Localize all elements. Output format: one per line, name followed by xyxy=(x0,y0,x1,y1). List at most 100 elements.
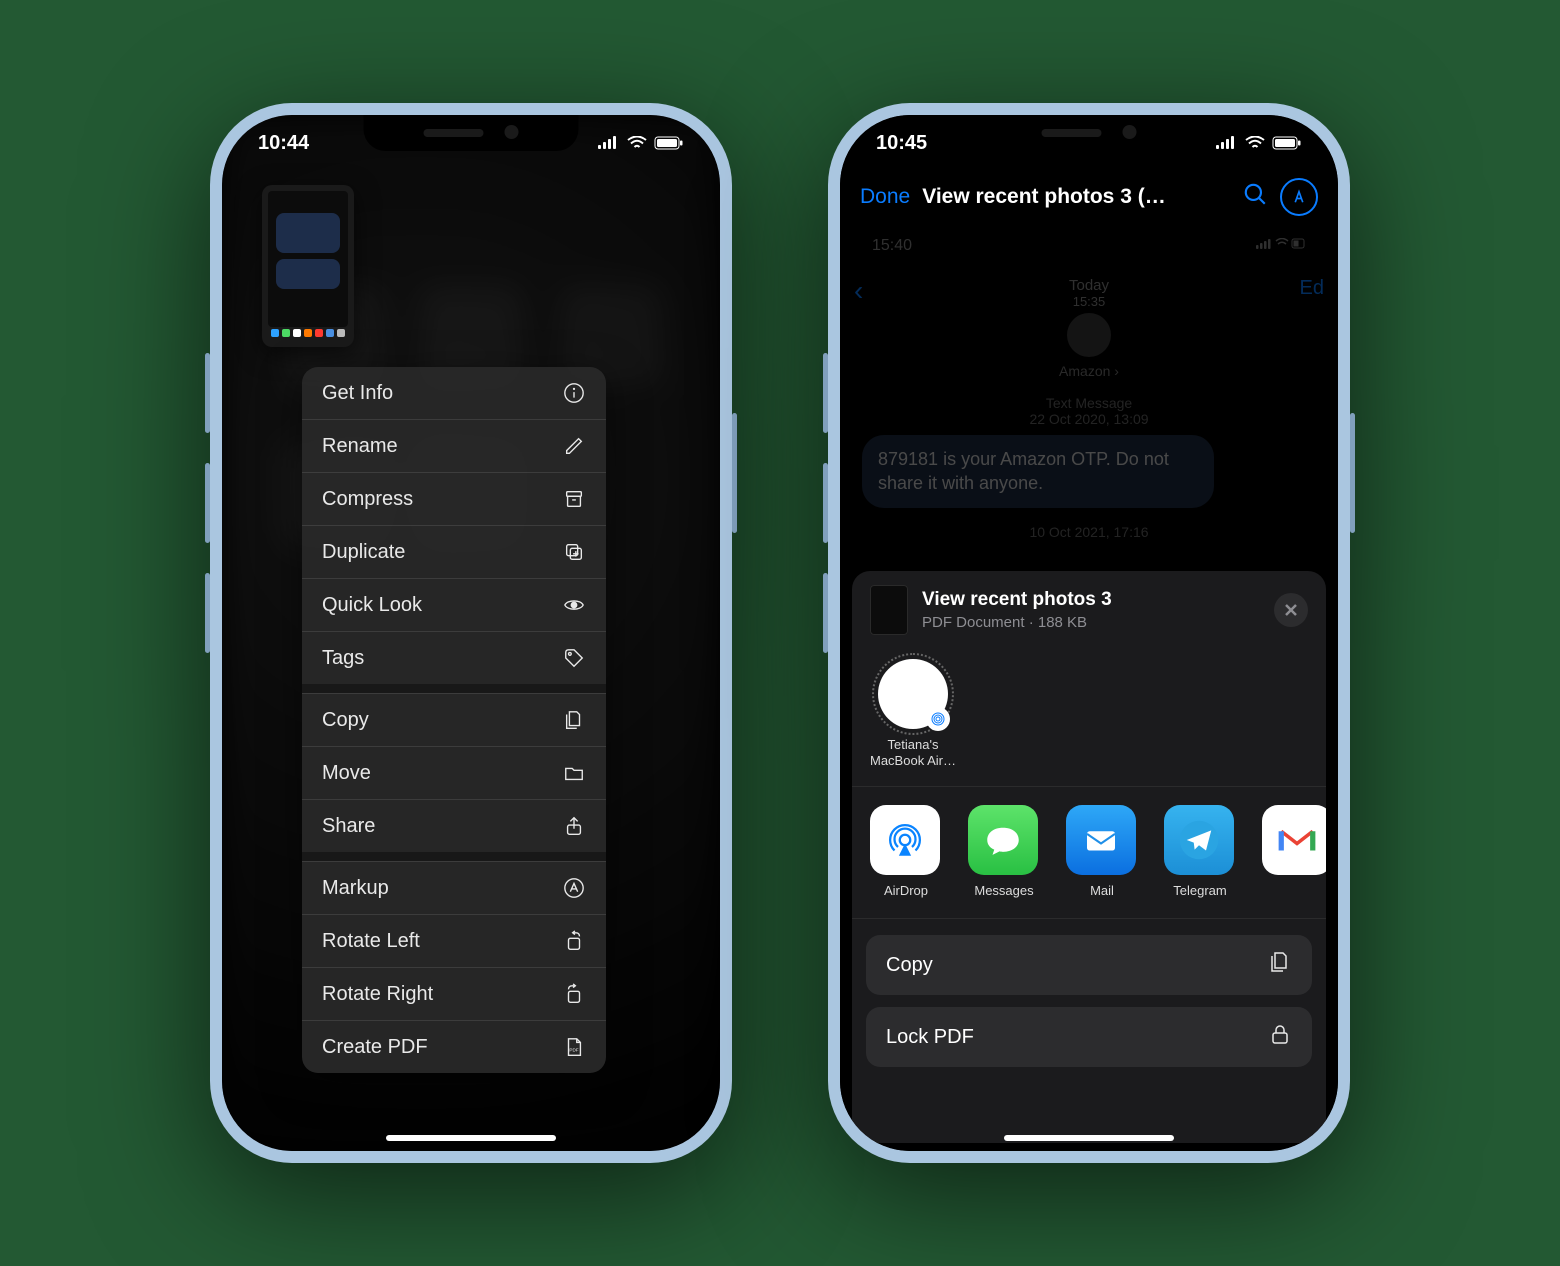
menu-share[interactable]: Share xyxy=(302,799,606,852)
back-chevron-icon: ‹ xyxy=(854,275,863,307)
airdrop-target-label: Tetiana's MacBook Air… xyxy=(870,737,956,768)
share-app-airdrop[interactable]: AirDrop xyxy=(870,805,942,898)
svg-text:PDF: PDF xyxy=(569,1048,578,1053)
info-icon xyxy=(562,381,586,405)
home-indicator[interactable] xyxy=(386,1135,556,1141)
preview-inner-time: 15:40 xyxy=(872,237,912,255)
share-app-telegram[interactable]: Telegram xyxy=(1164,805,1236,898)
preview-stamp-label: Text Message xyxy=(854,395,1324,411)
pdf-icon: PDF xyxy=(562,1035,586,1059)
app-label: Telegram xyxy=(1164,883,1236,898)
messages-icon xyxy=(968,805,1038,875)
preview-message-bubble: 879181 is your Amazon OTP. Do not share … xyxy=(862,435,1214,508)
mail-icon xyxy=(1066,805,1136,875)
share-doc-title: View recent photos 3 xyxy=(922,588,1260,613)
status-icons xyxy=(598,136,684,150)
airdrop-badge-icon xyxy=(926,707,950,731)
close-button[interactable] xyxy=(1274,593,1308,627)
menu-label: Create PDF xyxy=(322,1036,428,1059)
menu-label: Move xyxy=(322,762,371,785)
menu-rotate-right[interactable]: Rotate Right xyxy=(302,967,606,1020)
battery-icon xyxy=(654,136,684,150)
action-label: Copy xyxy=(886,954,933,977)
airdrop-icon xyxy=(870,805,940,875)
menu-label: Tags xyxy=(322,647,364,670)
share-sheet: View recent photos 3 PDF Document · 188 … xyxy=(852,571,1326,1143)
menu-label: Markup xyxy=(322,877,389,900)
share-doc-thumbnail xyxy=(870,585,908,635)
menu-label: Duplicate xyxy=(322,541,405,564)
cellular-icon xyxy=(1216,136,1238,150)
status-time: 10:44 xyxy=(258,132,309,155)
markup-button[interactable] xyxy=(1280,178,1318,216)
iphone-left: 10:44 Get Info xyxy=(210,103,732,1163)
app-label: Mail xyxy=(1066,883,1138,898)
rotate-left-icon xyxy=(562,929,586,953)
menu-label: Copy xyxy=(322,709,369,732)
cellular-icon xyxy=(598,136,620,150)
menu-label: Share xyxy=(322,815,375,838)
share-app-more[interactable] xyxy=(1262,805,1326,898)
menu-markup[interactable]: Markup xyxy=(302,861,606,914)
copy-icon xyxy=(562,708,586,732)
preview-contact: Amazon xyxy=(1059,363,1110,379)
preview-today-label: Today xyxy=(854,277,1324,294)
airdrop-target[interactable]: Tetiana's MacBook Air… xyxy=(870,659,956,768)
done-button[interactable]: Done xyxy=(860,185,910,209)
menu-rotate-left[interactable]: Rotate Left xyxy=(302,914,606,967)
app-label: AirDrop xyxy=(870,883,942,898)
archive-icon xyxy=(562,487,586,511)
preview-today-time: 15:35 xyxy=(854,294,1324,309)
share-app-messages[interactable]: Messages xyxy=(968,805,1040,898)
home-indicator[interactable] xyxy=(1004,1135,1174,1141)
markup-icon xyxy=(562,876,586,900)
duplicate-icon xyxy=(562,540,586,564)
battery-icon xyxy=(1272,136,1302,150)
wifi-icon xyxy=(1245,136,1265,150)
menu-label: Rename xyxy=(322,435,398,458)
file-thumbnail-preview xyxy=(262,185,354,347)
share-action-lock-pdf[interactable]: Lock PDF xyxy=(866,1007,1312,1067)
eye-icon xyxy=(562,593,586,617)
app-icon-partial xyxy=(1262,805,1326,875)
menu-duplicate[interactable]: Duplicate xyxy=(302,525,606,578)
nav-bar: Done View recent photos 3 (… xyxy=(840,171,1338,223)
menu-label: Quick Look xyxy=(322,594,422,617)
rotate-right-icon xyxy=(562,982,586,1006)
menu-label: Compress xyxy=(322,488,413,511)
telegram-icon xyxy=(1164,805,1234,875)
menu-get-info[interactable]: Get Info xyxy=(302,367,606,419)
context-menu: Get Info Rename Compress Duplicate Quick… xyxy=(302,367,606,1073)
menu-tags[interactable]: Tags xyxy=(302,631,606,684)
menu-create-pdf[interactable]: Create PDF PDF xyxy=(302,1020,606,1073)
status-icons xyxy=(1216,136,1302,150)
menu-rename[interactable]: Rename xyxy=(302,419,606,472)
action-label: Lock PDF xyxy=(886,1026,974,1049)
airdrop-target-avatar xyxy=(878,659,948,729)
menu-quick-look[interactable]: Quick Look xyxy=(302,578,606,631)
share-doc-subtitle: PDF Document · 188 KB xyxy=(922,613,1260,633)
share-action-copy[interactable]: Copy xyxy=(866,935,1312,995)
menu-label: Rotate Left xyxy=(322,930,420,953)
status-time: 10:45 xyxy=(876,132,927,155)
search-button[interactable] xyxy=(1242,181,1268,213)
preview-avatar xyxy=(1067,313,1111,357)
menu-copy[interactable]: Copy xyxy=(302,693,606,746)
preview-stamp-time: 22 Oct 2020, 13:09 xyxy=(854,411,1324,427)
iphone-right: 10:45 Done View recent photos 3 (… 15:40 xyxy=(828,103,1350,1163)
menu-compress[interactable]: Compress xyxy=(302,472,606,525)
wifi-icon xyxy=(627,136,647,150)
preview-stamp-2: 10 Oct 2021, 17:16 xyxy=(854,524,1324,540)
share-icon xyxy=(562,814,586,838)
preview-edit: Ed xyxy=(1300,277,1324,300)
folder-icon xyxy=(562,761,586,785)
share-app-mail[interactable]: Mail xyxy=(1066,805,1138,898)
preview-inner-status-icons xyxy=(1256,237,1306,255)
menu-label: Get Info xyxy=(322,382,393,405)
menu-move[interactable]: Move xyxy=(302,746,606,799)
menu-label: Rotate Right xyxy=(322,983,433,1006)
tag-icon xyxy=(562,646,586,670)
copy-icon xyxy=(1268,950,1292,980)
pencil-icon xyxy=(562,434,586,458)
app-label: Messages xyxy=(968,883,1040,898)
